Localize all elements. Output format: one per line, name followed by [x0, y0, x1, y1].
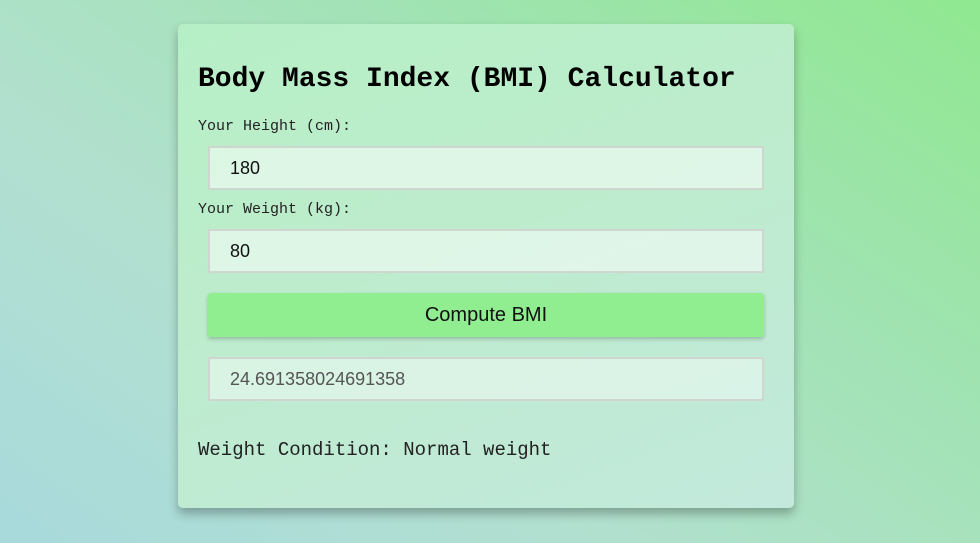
- bmi-result-field: [208, 357, 764, 401]
- weight-condition-text: Weight Condition: Normal weight: [198, 439, 552, 461]
- weight-input[interactable]: [208, 229, 764, 273]
- height-label: Your Height (cm):: [198, 118, 352, 135]
- compute-bmi-button[interactable]: Compute BMI: [208, 293, 764, 337]
- weight-label: Your Weight (kg):: [198, 201, 352, 218]
- height-input[interactable]: [208, 146, 764, 190]
- bmi-calculator-card: Body Mass Index (BMI) Calculator Your He…: [178, 24, 794, 508]
- page-title: Body Mass Index (BMI) Calculator: [198, 64, 736, 95]
